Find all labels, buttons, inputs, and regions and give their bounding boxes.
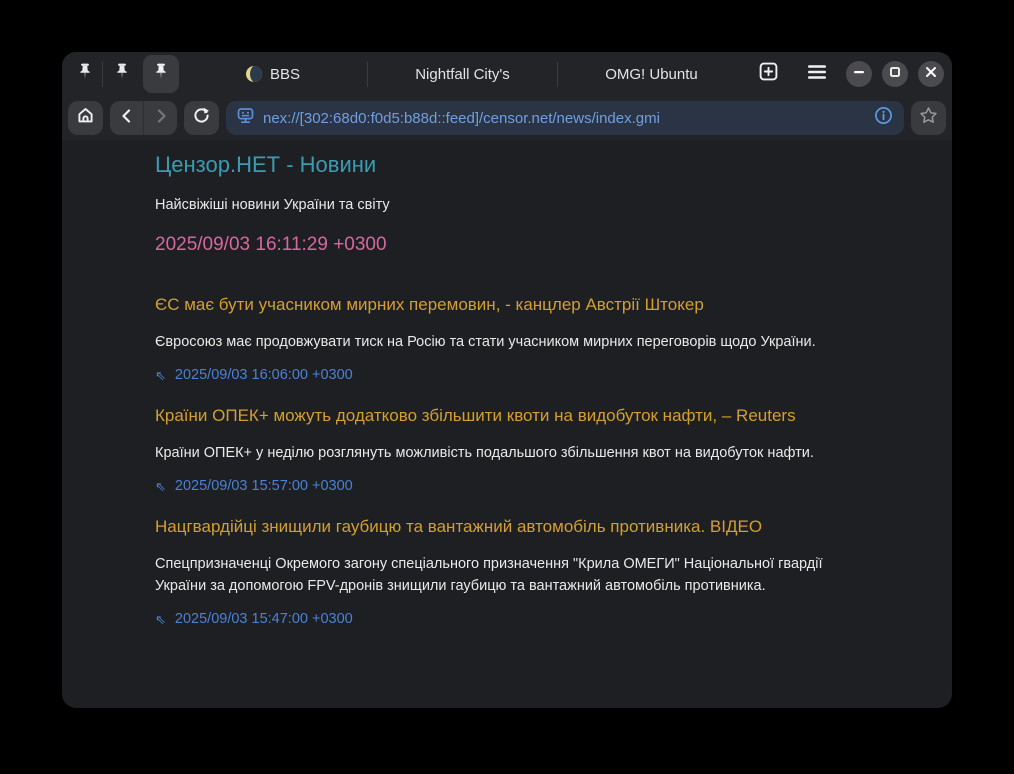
plus-square-icon [759,62,778,86]
page-info-icon[interactable] [874,106,893,130]
article-title: ЄС має бути учасником мирних перемовин, … [155,294,857,315]
article-summary: Євросоюз має продовжувати тиск на Росію … [155,331,827,353]
hamburger-icon [807,64,827,85]
pin-icon [78,63,92,85]
article: Нацгвардійці знищили гаубицю та вантажни… [155,516,857,628]
back-button[interactable] [110,101,143,135]
page-content: Цензор.НЕТ - Новини Найсвіжіші новини Ук… [62,140,952,628]
tab-bar: BBS Nightfall City's OMG! Ubuntu [62,52,952,96]
home-icon [76,106,95,130]
pinned-tab-2[interactable] [105,55,139,93]
northwest-arrow-icon: ⇖ [155,480,166,493]
menu-button[interactable] [800,57,834,91]
close-button[interactable] [918,61,944,87]
article-timestamp-link[interactable]: ⇖ 2025/09/03 16:06:00 +0300 [155,366,857,384]
page-subtitle: Найсвіжіші новини України та світу [155,196,857,214]
chevron-left-icon [118,107,136,130]
article-timestamp: 2025/09/03 15:57:00 +0300 [175,477,353,495]
article-timestamp: 2025/09/03 16:06:00 +0300 [175,366,353,384]
tab-bbs[interactable]: BBS [179,52,367,96]
chevron-right-icon [152,107,170,130]
pinned-tab-3-active[interactable] [143,55,179,93]
close-icon [925,65,937,83]
tab-label: BBS [270,66,300,83]
terminal-monitor-icon [237,108,254,129]
tab-label: OMG! Ubuntu [605,66,698,83]
minimize-icon [853,65,865,83]
article-summary: Спецпризначенці Окремого загону спеціаль… [155,553,827,597]
tabbar-divider [102,62,103,87]
reload-icon [192,106,211,130]
tab-nightfall-citys[interactable]: Nightfall City's [368,52,557,96]
pin-icon [154,63,168,85]
article-title: Країни ОПЕК+ можуть додатково збільшити … [155,405,857,426]
moon-icon [246,66,262,82]
pinned-tab-1[interactable] [68,55,102,93]
feed-updated-heading: 2025/09/03 16:11:29 +0300 [155,233,857,256]
history-nav-group [110,101,177,135]
article-title: Нацгвардійці знищили гаубицю та вантажни… [155,516,857,537]
url-text[interactable]: nex://[302:68d0:f0d5:b88d::feed]/censor.… [263,110,865,127]
reload-button[interactable] [184,101,219,135]
article-timestamp: 2025/09/03 15:47:00 +0300 [175,610,353,628]
navigation-toolbar: nex://[302:68d0:f0d5:b88d::feed]/censor.… [62,96,952,140]
article-timestamp-link[interactable]: ⇖ 2025/09/03 15:47:00 +0300 [155,610,857,628]
forward-button[interactable] [144,101,177,135]
star-icon [919,106,938,130]
northwest-arrow-icon: ⇖ [155,369,166,382]
home-button[interactable] [68,101,103,135]
tab-label: Nightfall City's [415,66,510,83]
tab-omg-ubuntu[interactable]: OMG! Ubuntu [558,52,745,96]
minimize-button[interactable] [846,61,872,87]
url-bar[interactable]: nex://[302:68d0:f0d5:b88d::feed]/censor.… [226,101,904,135]
maximize-icon [889,65,901,83]
article-summary: Країни ОПЕК+ у неділю розглянуть можливі… [155,442,827,464]
article: Країни ОПЕК+ можуть додатково збільшити … [155,405,857,495]
article-timestamp-link[interactable]: ⇖ 2025/09/03 15:57:00 +0300 [155,477,857,495]
maximize-button[interactable] [882,61,908,87]
bookmark-button[interactable] [911,101,946,135]
page-title: Цензор.НЕТ - Новини [155,152,857,178]
article: ЄС має бути учасником мирних перемовин, … [155,294,857,384]
browser-window: BBS Nightfall City's OMG! Ubuntu [62,52,952,708]
northwest-arrow-icon: ⇖ [155,613,166,626]
new-tab-button[interactable] [751,57,785,91]
pin-icon [115,63,129,85]
